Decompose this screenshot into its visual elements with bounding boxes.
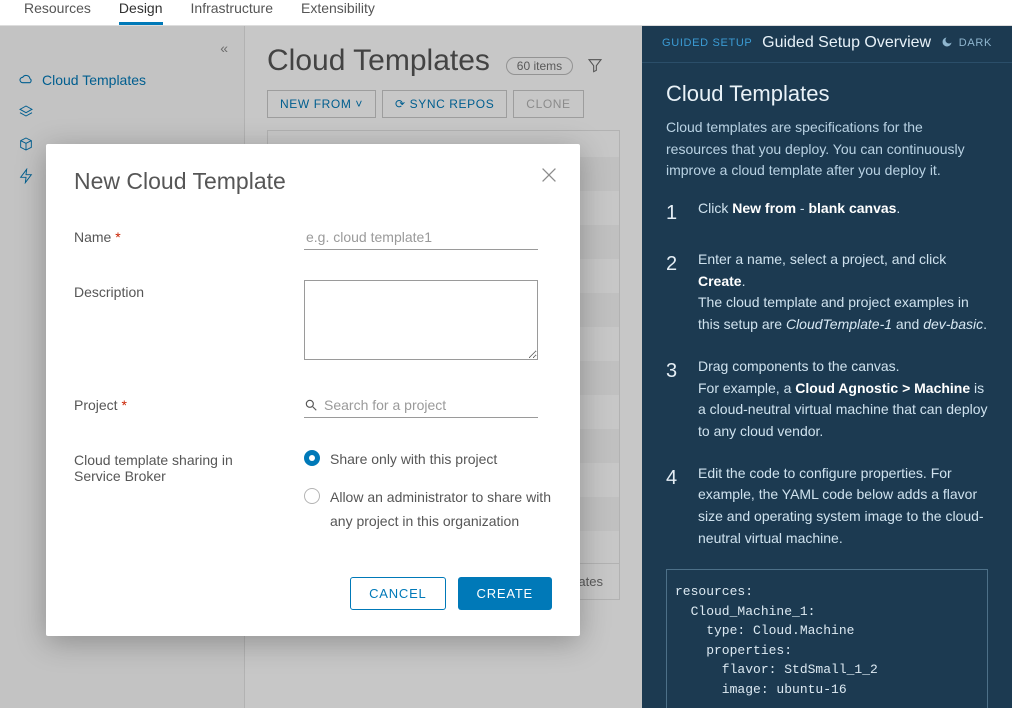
required-mark: * xyxy=(115,229,120,245)
guided-step-1: 1 Click New from - blank canvas. xyxy=(666,198,988,229)
project-search-input[interactable] xyxy=(324,393,538,417)
guided-panel: GUIDED SETUP Guided Setup Overview DARK … xyxy=(642,26,1012,708)
required-mark: * xyxy=(121,397,126,413)
modal-title: New Cloud Template xyxy=(74,168,552,195)
radio-share-admin[interactable]: Allow an administrator to share with any… xyxy=(304,486,552,534)
tab-resources[interactable]: Resources xyxy=(24,0,91,25)
radio-share-only-project[interactable]: Share only with this project xyxy=(304,448,552,472)
guided-step-2: 2 Enter a name, select a project, and cl… xyxy=(666,249,988,336)
radio-label: Share only with this project xyxy=(330,448,497,472)
description-textarea[interactable] xyxy=(304,280,538,360)
field-label: Name xyxy=(74,229,111,245)
create-button[interactable]: CREATE xyxy=(458,577,552,610)
moon-icon xyxy=(941,36,953,51)
project-search[interactable] xyxy=(304,393,538,418)
guided-heading: Cloud Templates xyxy=(666,81,988,107)
new-cloud-template-modal: New Cloud Template Name * Description xyxy=(46,144,580,636)
radio-icon xyxy=(304,450,320,466)
field-label: Service Broker xyxy=(74,468,166,484)
radio-label: Allow an administrator to share with any… xyxy=(330,486,552,534)
cancel-button[interactable]: CANCEL xyxy=(350,577,445,610)
field-label: Project xyxy=(74,397,118,413)
top-tabs: Resources Design Infrastructure Extensib… xyxy=(0,0,1012,26)
guided-step-3: 3 Drag components to the canvas. For exa… xyxy=(666,356,988,443)
yaml-code-block: resources: Cloud_Machine_1: type: Cloud.… xyxy=(666,569,988,708)
name-input[interactable] xyxy=(304,225,538,250)
search-icon xyxy=(304,398,318,412)
guided-step-4: 4 Edit the code to configure properties.… xyxy=(666,463,988,550)
dark-mode-toggle[interactable]: DARK xyxy=(941,36,992,51)
tab-infrastructure[interactable]: Infrastructure xyxy=(191,0,273,25)
radio-icon xyxy=(304,488,320,504)
field-label: Cloud template sharing in xyxy=(74,452,233,468)
tab-design[interactable]: Design xyxy=(119,0,163,25)
guided-setup-link[interactable]: GUIDED SETUP xyxy=(662,37,752,49)
guided-overview-title: Guided Setup Overview xyxy=(762,34,931,52)
tab-extensibility[interactable]: Extensibility xyxy=(301,0,375,25)
guided-intro: Cloud templates are specifications for t… xyxy=(666,117,988,182)
field-label: Description xyxy=(74,284,144,300)
close-icon[interactable] xyxy=(538,164,560,186)
